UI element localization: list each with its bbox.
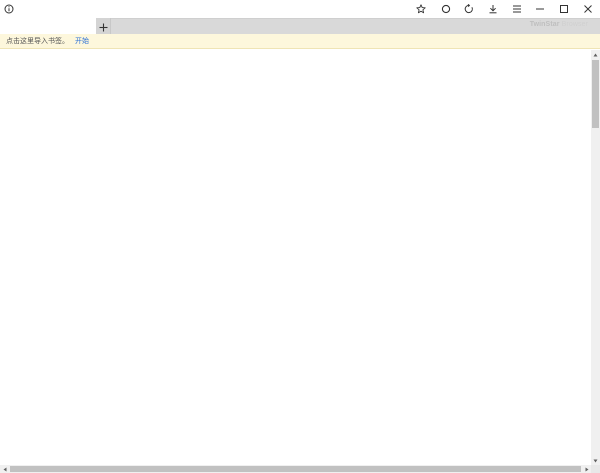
maximize-icon[interactable] [555,1,573,17]
tab-strip-empty-area [96,18,600,34]
active-tab[interactable] [0,18,96,34]
plus-icon [99,17,108,36]
title-bar [0,0,600,18]
menu-icon[interactable] [508,1,526,17]
close-icon[interactable] [579,1,597,17]
minimize-icon[interactable] [531,1,549,17]
horizontal-scrollbar[interactable] [0,465,591,473]
scroll-right-arrow-icon[interactable] [582,465,591,473]
info-icon[interactable] [3,3,15,15]
infobar-start-link[interactable]: 开始 [75,36,89,46]
brand-watermark: TwinStar Browser [530,21,588,28]
new-tab-button[interactable] [96,18,111,34]
scroll-left-arrow-icon[interactable] [0,465,9,473]
scroll-up-arrow-icon[interactable] [591,50,600,59]
circle-icon[interactable] [437,1,455,17]
scroll-down-arrow-icon[interactable] [591,456,600,465]
horizontal-scroll-thumb[interactable] [10,466,581,472]
brand-name-bold: TwinStar [529,21,560,28]
star-icon[interactable] [412,1,430,17]
tab-strip: TwinStar Browser [0,18,600,34]
reload-icon[interactable] [460,1,478,17]
page-content[interactable] [0,50,591,465]
brand-name-light: Browser [561,21,588,28]
download-icon[interactable] [484,1,502,17]
import-bookmarks-infobar: 点击这里导入书签。 开始 [0,34,600,49]
vertical-scroll-thumb[interactable] [592,60,599,128]
scrollbar-corner [591,465,600,473]
vertical-scrollbar[interactable] [591,50,600,465]
infobar-message: 点击这里导入书签。 [6,37,69,45]
